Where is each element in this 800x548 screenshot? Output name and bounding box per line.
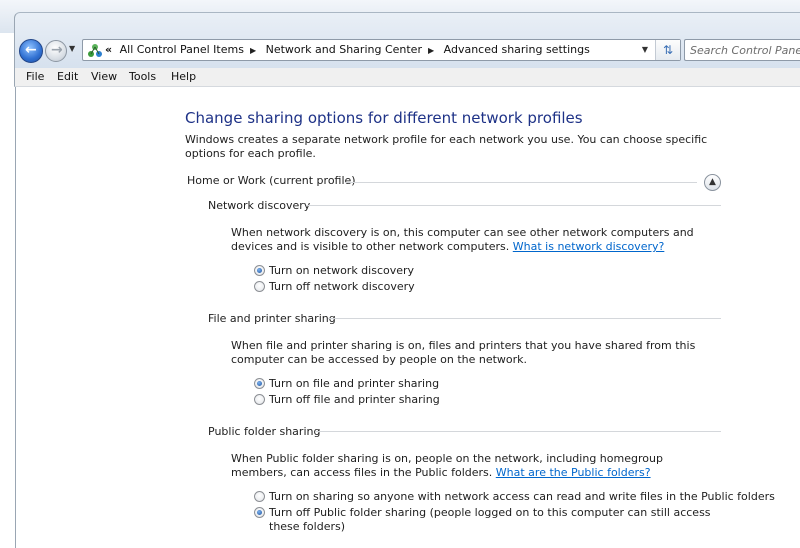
forward-button[interactable]: → xyxy=(45,40,67,62)
address-dropdown-icon[interactable]: ▼ xyxy=(638,40,652,60)
radio-selected-icon[interactable] xyxy=(254,265,265,276)
section-divider xyxy=(328,318,721,319)
menu-edit[interactable]: Edit xyxy=(57,70,78,83)
option-label: Turn on file and printer sharing xyxy=(269,377,440,390)
option-label: Turn on sharing so anyone with network a… xyxy=(269,490,775,503)
breadcrumb-overflow[interactable]: « xyxy=(105,40,116,60)
section-divider xyxy=(306,205,721,206)
option-label: Turn on network discovery xyxy=(269,264,415,277)
menu-file[interactable]: File xyxy=(26,70,44,83)
radio-unselected-icon[interactable] xyxy=(254,491,265,502)
file-printer-sharing-description: When file and printer sharing is on, fil… xyxy=(231,339,696,366)
section-heading-network-discovery: Network discovery xyxy=(208,199,311,212)
breadcrumb-separator-icon[interactable]: ▶ xyxy=(422,41,440,61)
breadcrumb-item[interactable]: All Control Panel Items xyxy=(120,40,244,60)
chevron-up-icon: ▲ xyxy=(709,177,716,187)
network-discovery-description: When network discovery is on, this compu… xyxy=(231,226,721,254)
network-sharing-icon xyxy=(88,44,102,57)
menu-tools[interactable]: Tools xyxy=(129,70,156,83)
radio-selected-icon[interactable] xyxy=(254,378,265,389)
what-is-network-discovery-link[interactable]: What is network discovery? xyxy=(513,240,665,253)
forward-arrow-icon: → xyxy=(51,42,63,58)
search-input[interactable]: Search Control Panel xyxy=(684,39,800,61)
search-placeholder: Search Control Panel xyxy=(690,44,800,57)
refresh-icon: ⇅ xyxy=(662,43,674,57)
section-divider xyxy=(316,431,721,432)
option-label: Turn off Public folder sharing (people l… xyxy=(269,506,711,533)
back-arrow-icon: ← xyxy=(25,42,37,58)
option-label: Turn off network discovery xyxy=(269,280,415,293)
menu-help[interactable]: Help xyxy=(171,70,196,83)
breadcrumb: « All Control Panel Items ▶ Network and S… xyxy=(105,40,590,60)
refresh-button[interactable]: ⇅ xyxy=(655,40,680,60)
radio-unselected-icon[interactable] xyxy=(254,394,265,405)
page-description: Windows creates a separate network profi… xyxy=(185,133,708,160)
public-folder-sharing-description: When Public folder sharing is on, people… xyxy=(231,452,721,480)
breadcrumb-item[interactable]: Advanced sharing settings xyxy=(444,40,590,60)
breadcrumb-separator-icon[interactable]: ▶ xyxy=(244,41,262,61)
breadcrumb-item[interactable]: Network and Sharing Center xyxy=(266,40,422,60)
recent-pages-dropdown-icon[interactable]: ▼ xyxy=(69,44,77,54)
back-button[interactable]: ← xyxy=(19,39,43,63)
collapse-profile-button[interactable]: ▲ xyxy=(704,174,721,191)
section-heading-public-folder-sharing: Public folder sharing xyxy=(208,425,321,438)
radio-selected-icon[interactable] xyxy=(254,507,265,518)
address-bar[interactable]: « All Control Panel Items ▶ Network and S… xyxy=(82,39,681,61)
radio-unselected-icon[interactable] xyxy=(254,281,265,292)
menu-bar: File Edit View Tools Help xyxy=(14,68,800,87)
section-heading-file-printer-sharing: File and printer sharing xyxy=(208,312,336,325)
what-are-public-folders-link[interactable]: What are the Public folders? xyxy=(496,466,651,479)
menu-view[interactable]: View xyxy=(91,70,117,83)
page-title: Change sharing options for different net… xyxy=(185,109,583,127)
profile-divider xyxy=(345,182,697,183)
option-label: Turn off file and printer sharing xyxy=(269,393,440,406)
profile-heading: Home or Work (current profile) xyxy=(187,174,356,187)
